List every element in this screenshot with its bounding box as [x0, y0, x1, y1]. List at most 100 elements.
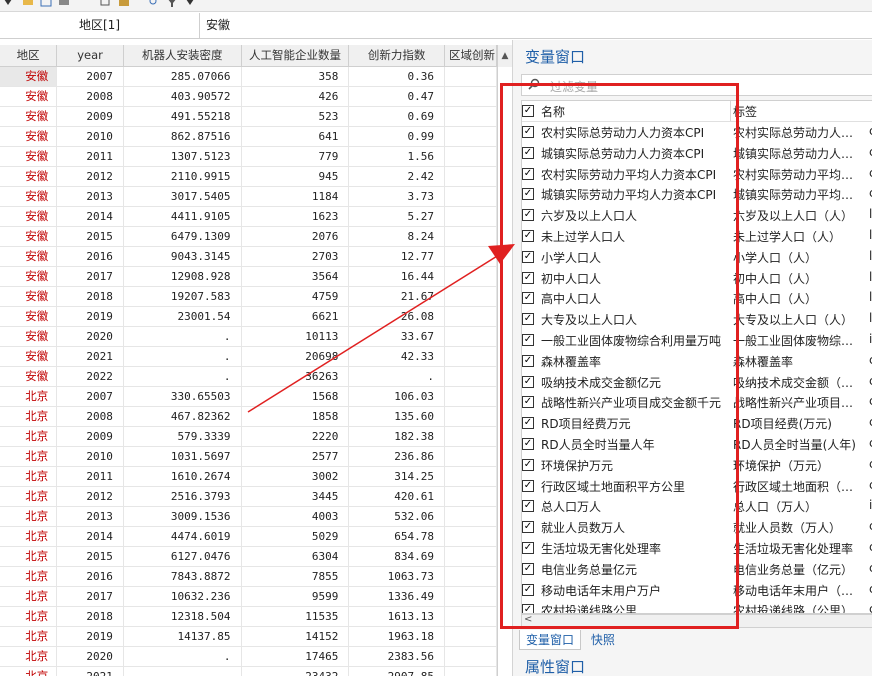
cell-region[interactable]: 安徽 — [0, 326, 58, 347]
column-header-robot-density[interactable]: 机器人安装密度 — [123, 45, 242, 67]
cell-region[interactable]: 安徽 — [0, 346, 58, 367]
header-name[interactable]: 名称 — [541, 103, 731, 120]
cell-innovation-index[interactable]: 0.47 — [348, 86, 445, 107]
cell-ai-firms[interactable]: 36263 — [241, 366, 350, 387]
cell-year[interactable]: 2014 — [56, 526, 124, 547]
cell-year[interactable]: 2019 — [56, 306, 124, 327]
column-header-ai-firms[interactable]: 人工智能企业数量 — [241, 45, 350, 67]
cell-year[interactable]: 2018 — [56, 286, 124, 307]
cell-regional-innovation[interactable] — [444, 646, 497, 667]
cell-ai-firms[interactable]: 3445 — [241, 486, 350, 507]
cell-regional-innovation[interactable] — [444, 506, 497, 527]
cell-region[interactable]: 北京 — [0, 406, 58, 427]
cell-robot-density[interactable]: 10632.236 — [123, 586, 242, 607]
variable-checkbox[interactable]: ✓ — [522, 458, 534, 471]
cell-robot-density[interactable]: 6127.0476 — [123, 546, 242, 567]
cell-year[interactable]: 2008 — [56, 406, 124, 427]
cell-regional-innovation[interactable] — [444, 66, 497, 87]
cell-region[interactable]: 北京 — [0, 546, 58, 567]
cell-ai-firms[interactable]: 358 — [241, 66, 350, 87]
cell-regional-innovation[interactable] — [444, 586, 497, 607]
cell-regional-innovation[interactable] — [444, 426, 497, 447]
cell-year[interactable]: 2018 — [56, 606, 124, 627]
variable-list-item[interactable]: ✓生活垃圾无害化处理率生活垃圾无害化处理率c — [522, 538, 872, 559]
cell-year[interactable]: 2013 — [56, 186, 124, 207]
variable-list-item[interactable]: ✓农村实际总劳动力人力资本CPI农村实际总劳动力人力...c — [522, 122, 872, 143]
cell-value-input[interactable]: 安徽 — [206, 13, 230, 38]
variable-checkbox[interactable]: ✓ — [522, 562, 534, 575]
cell-robot-density[interactable]: 12318.504 — [123, 606, 242, 627]
cell-robot-density[interactable]: 3009.1536 — [123, 506, 242, 527]
cell-robot-density[interactable]: . — [123, 366, 242, 387]
variable-checkbox[interactable]: ✓ — [522, 126, 534, 138]
cell-region[interactable]: 北京 — [0, 486, 58, 507]
table-row[interactable]: 北京 2018 12318.504 11535 1613.13 — [0, 606, 497, 627]
cell-robot-density[interactable]: 2516.3793 — [123, 486, 242, 507]
table-row[interactable]: 北京 2020. 17465 2383.56 — [0, 646, 497, 667]
cell-robot-density[interactable]: 12908.928 — [123, 266, 242, 287]
paste-icon[interactable] — [118, 0, 130, 7]
cell-year[interactable]: 2015 — [56, 226, 124, 247]
variable-checkbox[interactable]: ✓ — [522, 583, 534, 596]
variable-list-item[interactable]: ✓就业人员数万人就业人员数（万人）c — [522, 517, 872, 538]
cell-innovation-index[interactable]: 236.86 — [348, 446, 445, 467]
cell-innovation-index[interactable]: 532.06 — [348, 506, 445, 527]
cell-robot-density[interactable]: 1031.5697 — [123, 446, 242, 467]
cell-innovation-index[interactable]: 42.33 — [348, 346, 445, 367]
variable-list-item[interactable]: ✓环境保护万元环境保护（万元）c — [522, 455, 872, 476]
table-row[interactable]: 安徽 2022. 36263. — [0, 366, 497, 387]
copy-icon[interactable] — [100, 0, 112, 7]
variable-list-item[interactable]: ✓小学人口人小学人口（人）l — [522, 247, 872, 268]
cell-robot-density[interactable]: 467.82362 — [123, 406, 242, 427]
table-row[interactable]: 北京 2014 4474.6019 5029 654.78 — [0, 526, 497, 547]
cell-robot-density[interactable]: . — [123, 646, 242, 667]
cell-robot-density[interactable]: 403.90572 — [123, 86, 242, 107]
cell-regional-innovation[interactable] — [444, 546, 497, 567]
variable-list-item[interactable]: ✓城镇实际劳动力平均人力资本CPI城镇实际劳动力平均人...c — [522, 184, 872, 205]
cell-regional-innovation[interactable] — [444, 246, 497, 267]
select-all-checkbox[interactable]: ✓ — [522, 105, 534, 117]
cell-ai-firms[interactable]: 17465 — [241, 646, 350, 667]
data-grid[interactable]: 地区 year 机器人安装密度 人工智能企业数量 创新力指数 区域创新 安徽 20… — [0, 45, 498, 676]
cell-innovation-index[interactable]: . — [348, 366, 445, 387]
header-label[interactable]: 标签 — [733, 103, 863, 120]
variable-checkbox[interactable]: ✓ — [522, 396, 534, 409]
cell-ai-firms[interactable]: 1858 — [241, 406, 350, 427]
cell-ai-firms[interactable]: 3002 — [241, 466, 350, 487]
variable-list-item[interactable]: ✓总人口万人总人口（万人）i — [522, 496, 872, 517]
cell-innovation-index[interactable]: 21.67 — [348, 286, 445, 307]
variable-checkbox[interactable]: ✓ — [522, 354, 534, 367]
cell-region[interactable]: 北京 — [0, 606, 58, 627]
cell-regional-innovation[interactable] — [444, 266, 497, 287]
cell-regional-innovation[interactable] — [444, 466, 497, 487]
cell-innovation-index[interactable]: 2383.56 — [348, 646, 445, 667]
variable-checkbox[interactable]: ✓ — [522, 313, 534, 326]
cell-innovation-index[interactable]: 182.38 — [348, 426, 445, 447]
table-row[interactable]: 安徽 2020. 10113 33.67 — [0, 326, 497, 347]
cell-robot-density[interactable]: 862.87516 — [123, 126, 242, 147]
cell-year[interactable]: 2021 — [56, 666, 124, 676]
cell-innovation-index[interactable]: 2907.85 — [348, 666, 445, 676]
cell-regional-innovation[interactable] — [444, 286, 497, 307]
cell-year[interactable]: 2019 — [56, 626, 124, 647]
table-row[interactable]: 北京 2015 6127.0476 6304 834.69 — [0, 546, 497, 567]
horizontal-scrollbar[interactable]: < — [521, 614, 872, 628]
cell-regional-innovation[interactable] — [444, 566, 497, 587]
cell-robot-density[interactable]: 7843.8872 — [123, 566, 242, 587]
cell-ai-firms[interactable]: 6621 — [241, 306, 350, 327]
cell-regional-innovation[interactable] — [444, 126, 497, 147]
cell-region[interactable]: 北京 — [0, 506, 58, 527]
cell-robot-density[interactable]: 330.65503 — [123, 386, 242, 407]
filter-icon[interactable] — [166, 0, 178, 7]
cell-ai-firms[interactable]: 2577 — [241, 446, 350, 467]
cell-region[interactable]: 北京 — [0, 526, 58, 547]
cell-region[interactable]: 安徽 — [0, 86, 58, 107]
cell-year[interactable]: 2010 — [56, 126, 124, 147]
cell-ai-firms[interactable]: 1184 — [241, 186, 350, 207]
table-row[interactable]: 北京 2016 7843.8872 7855 1063.73 — [0, 566, 497, 587]
cell-innovation-index[interactable]: 2.42 — [348, 166, 445, 187]
variable-checkbox[interactable]: ✓ — [522, 417, 534, 430]
cell-innovation-index[interactable]: 16.44 — [348, 266, 445, 287]
variable-list[interactable]: ✓ 名称 标签 ✓农村实际总劳动力人力资本CPI农村实际总劳动力人力...c ✓城… — [521, 100, 872, 614]
cell-innovation-index[interactable]: 8.24 — [348, 226, 445, 247]
